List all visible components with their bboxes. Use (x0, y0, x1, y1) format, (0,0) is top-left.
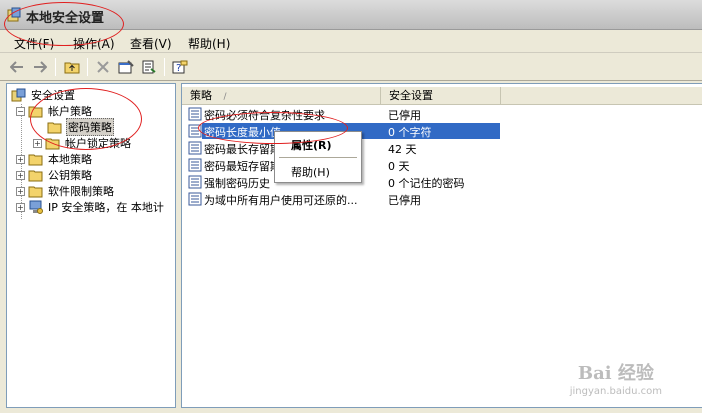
menu-file[interactable]: 文件(F) (14, 35, 54, 52)
tree-pane[interactable]: 安全设置 − 帐户策略 密码策略 + 帐户锁定策略 + 本地策略 + 公钥策略 … (6, 83, 176, 408)
expand-icon[interactable]: + (16, 186, 25, 196)
export-list-button[interactable] (138, 57, 160, 77)
up-folder-button[interactable] (61, 57, 83, 77)
export-list-icon (142, 60, 156, 74)
context-menu-separator (279, 157, 357, 158)
policy-icon (188, 175, 202, 189)
tree-item-public-key-policy[interactable]: + 公钥策略 (16, 167, 93, 183)
context-menu-help[interactable]: 帮助(H) (291, 164, 330, 180)
expand-icon[interactable]: + (16, 170, 25, 180)
column-header-setting[interactable]: 安全设置 (381, 87, 501, 105)
menu-view[interactable]: 查看(V) (130, 35, 172, 52)
folder-icon (28, 154, 43, 166)
policy-icon (188, 158, 202, 172)
policy-icon (188, 192, 202, 206)
help-button[interactable]: ? (169, 57, 191, 77)
policy-icon (188, 107, 202, 121)
menu-bar: 文件(F) 操作(A) 查看(V) 帮助(H) (0, 31, 702, 53)
properties-icon (118, 60, 134, 74)
policy-icon (188, 124, 202, 138)
list-row-selected[interactable]: 密码长度最小值 0 个字符 (182, 123, 702, 139)
properties-button[interactable] (115, 57, 137, 77)
menu-action[interactable]: 操作(A) (73, 35, 115, 52)
toolbar: ? (0, 54, 702, 81)
policy-icon (188, 141, 202, 155)
delete-button[interactable] (92, 57, 114, 77)
folder-up-icon (64, 62, 80, 74)
list-row[interactable]: 强制密码历史 0 个记住的密码 (182, 174, 702, 190)
forward-arrow-icon (34, 61, 47, 73)
window-title: 本地安全设置 (26, 11, 105, 26)
tree-item-password-policy[interactable]: 密码策略 (47, 118, 114, 136)
expand-icon[interactable]: + (33, 138, 42, 148)
delete-x-icon (97, 61, 109, 73)
network-computer-icon (29, 200, 43, 214)
column-header-policy[interactable]: 策略 / (182, 87, 381, 105)
security-settings-icon (7, 7, 21, 22)
tree-item-software-restriction-policy[interactable]: + 软件限制策略 (16, 183, 115, 199)
context-menu: 属性(R) 帮助(H) (274, 131, 362, 183)
forward-button[interactable] (29, 57, 51, 77)
list-row[interactable]: 密码最短存留期 0 天 (182, 157, 702, 173)
tree-root[interactable]: 安全设置 (11, 87, 76, 103)
collapse-icon[interactable]: − (16, 106, 25, 116)
back-arrow-icon (10, 61, 23, 73)
folder-icon (47, 122, 62, 134)
tree-item-account-lockout-policy[interactable]: + 帐户锁定策略 (33, 135, 132, 151)
expand-icon[interactable]: + (16, 202, 25, 212)
help-icon: ? (172, 60, 188, 74)
watermark: Bai 经验 jingyan.baidu.com (569, 363, 662, 397)
tree-item-account-policy[interactable]: − 帐户策略 (16, 103, 93, 119)
folder-open-icon (28, 106, 43, 118)
title-bar: 本地安全设置 (0, 0, 702, 30)
sort-arrow-icon: / (223, 92, 227, 102)
list-header: 策略 / 安全设置 (182, 87, 702, 105)
folder-icon (28, 186, 43, 198)
list-row[interactable]: 密码最长存留期 42 天 (182, 140, 702, 156)
folder-icon (28, 170, 43, 182)
tree-item-local-policy[interactable]: + 本地策略 (16, 151, 93, 167)
back-button[interactable] (6, 57, 28, 77)
context-menu-properties[interactable]: 属性(R) (291, 137, 332, 153)
menu-help[interactable]: 帮助(H) (188, 35, 230, 52)
tree-item-ip-security-policy[interactable]: + IP 安全策略，在 本地计 (16, 199, 165, 215)
list-row[interactable]: 为域中所有用户使用可还原的... 已停用 (182, 191, 702, 207)
security-settings-icon (11, 88, 26, 102)
folder-icon (45, 138, 60, 150)
expand-icon[interactable]: + (16, 154, 25, 164)
list-row[interactable]: 密码必须符合复杂性要求 已停用 (182, 106, 702, 122)
